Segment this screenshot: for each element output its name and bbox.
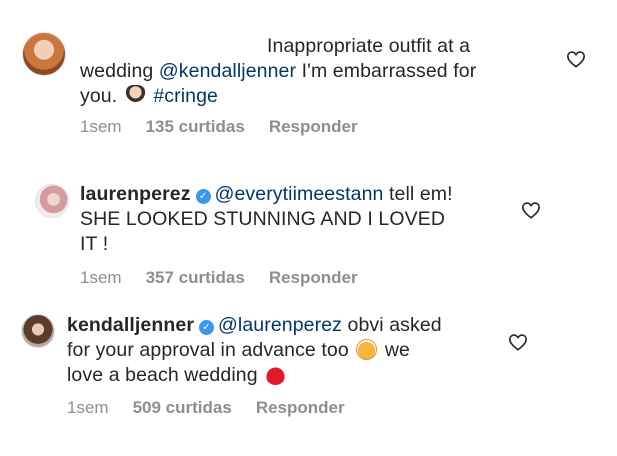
mention-link[interactable]: @kendalljenner: [159, 60, 296, 82]
comment-text-segment: you.: [80, 85, 118, 107]
comment-text: Inappropriate outfit at a wedding @kenda…: [80, 34, 540, 109]
comment-line: Inappropriate outfit at a: [267, 35, 471, 57]
likes-count[interactable]: 357 curtidas: [146, 268, 245, 287]
reply-button[interactable]: Responder: [269, 268, 358, 287]
comment-text-segment: tell em!: [389, 183, 453, 205]
mending-heart-emoji-icon: [265, 364, 287, 385]
comment-line: for your approval in advance too we: [67, 338, 517, 363]
hashtag-link[interactable]: #cringe: [153, 85, 218, 107]
comment-line: love a beach wedding: [67, 363, 517, 388]
avatar[interactable]: [35, 184, 69, 218]
mention-link[interactable]: @laurenperez: [218, 314, 342, 336]
mention-link[interactable]: @everytiimeestann: [215, 183, 384, 205]
comment-line: wedding @kendalljenner I'm embarrassed f…: [80, 59, 540, 84]
verified-badge-icon: ✓: [199, 320, 215, 335]
verified-badge-icon: ✓: [195, 189, 211, 204]
comment-text-segment: obvi asked: [347, 314, 442, 336]
username-link[interactable]: laurenperez: [80, 183, 191, 205]
reply-button[interactable]: Responder: [269, 117, 358, 136]
smiling-face-with-hearts-icon: [356, 339, 378, 360]
username-link[interactable]: kendalljenner: [67, 314, 194, 336]
facepalm-emoji-icon: [124, 85, 146, 106]
comment-meta: 1sem 357 curtidas Responder: [80, 268, 382, 288]
reply-button[interactable]: Responder: [256, 398, 345, 417]
comment-line: IT !: [80, 233, 109, 255]
timestamp: 1sem: [80, 117, 122, 136]
avatar[interactable]: [22, 32, 66, 76]
comment-text: kendalljenner ✓ @laurenperez obvi asked fo…: [67, 313, 517, 388]
comment-text-segment: we: [384, 339, 410, 361]
heart-outline-icon[interactable]: [508, 333, 528, 351]
comment-meta: 1sem 509 curtidas Responder: [67, 398, 369, 418]
comment-line: you. #cringe: [80, 84, 540, 109]
timestamp: 1sem: [67, 398, 109, 417]
comment-text-segment: for your approval in advance too: [67, 339, 349, 361]
comment-text: laurenperez ✓ @everytiimeestann tell em! S…: [80, 182, 520, 257]
comment-line: laurenperez ✓ @everytiimeestann tell em!: [80, 182, 520, 207]
likes-count[interactable]: 509 curtidas: [133, 398, 232, 417]
comment-line: kendalljenner ✓ @laurenperez obvi asked: [67, 313, 517, 338]
comment-text-segment: wedding: [80, 60, 154, 82]
likes-count[interactable]: 135 curtidas: [146, 117, 245, 136]
comment-meta: 1sem 135 curtidas Responder: [80, 117, 382, 137]
comment-line: SHE LOOKED STUNNING AND I LOVED: [80, 208, 446, 230]
heart-outline-icon[interactable]: [566, 50, 586, 68]
comment-text-segment: I'm embarrassed for: [301, 60, 477, 82]
comment-text-segment: love a beach wedding: [67, 364, 258, 386]
heart-outline-icon[interactable]: [521, 201, 541, 219]
timestamp: 1sem: [80, 268, 122, 287]
avatar[interactable]: [21, 314, 55, 348]
